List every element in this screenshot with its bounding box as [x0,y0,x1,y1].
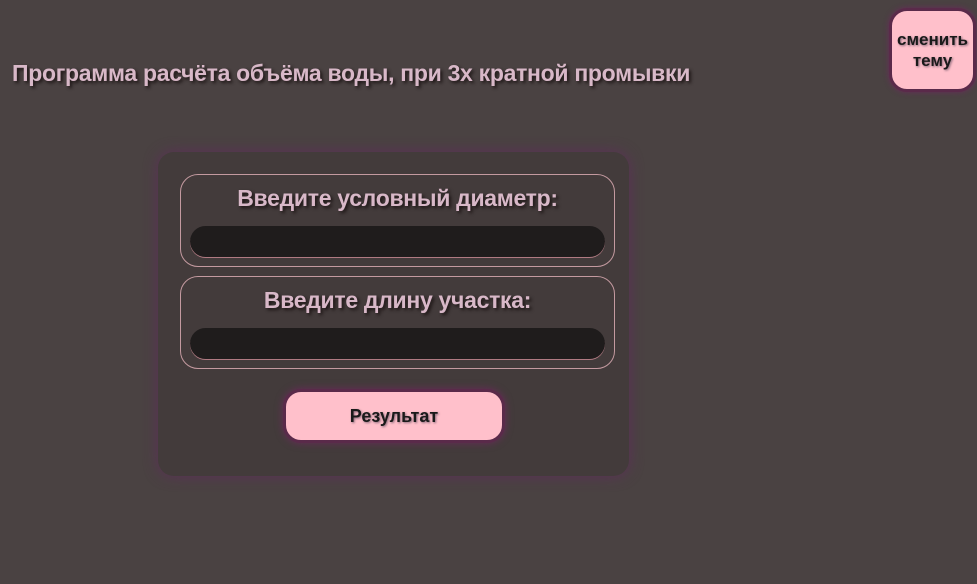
length-label: Введите длину участка: [263,287,532,313]
length-input[interactable] [190,328,605,359]
page: Программа расчёта объёма воды, при 3х кр… [0,0,977,584]
diameter-label: Введите условный диаметр: [237,185,558,211]
calculator-card: Введите условный диаметр: Введите длину … [158,152,629,476]
diameter-field-group: Введите условный диаметр: [180,174,615,267]
page-title: Программа расчёта объёма воды, при 3х кр… [12,60,691,86]
change-theme-button[interactable]: сменить тему [889,8,976,92]
result-button[interactable]: Результат [283,389,505,443]
length-field-group: Введите длину участка: [180,276,615,369]
diameter-input[interactable] [190,226,605,257]
